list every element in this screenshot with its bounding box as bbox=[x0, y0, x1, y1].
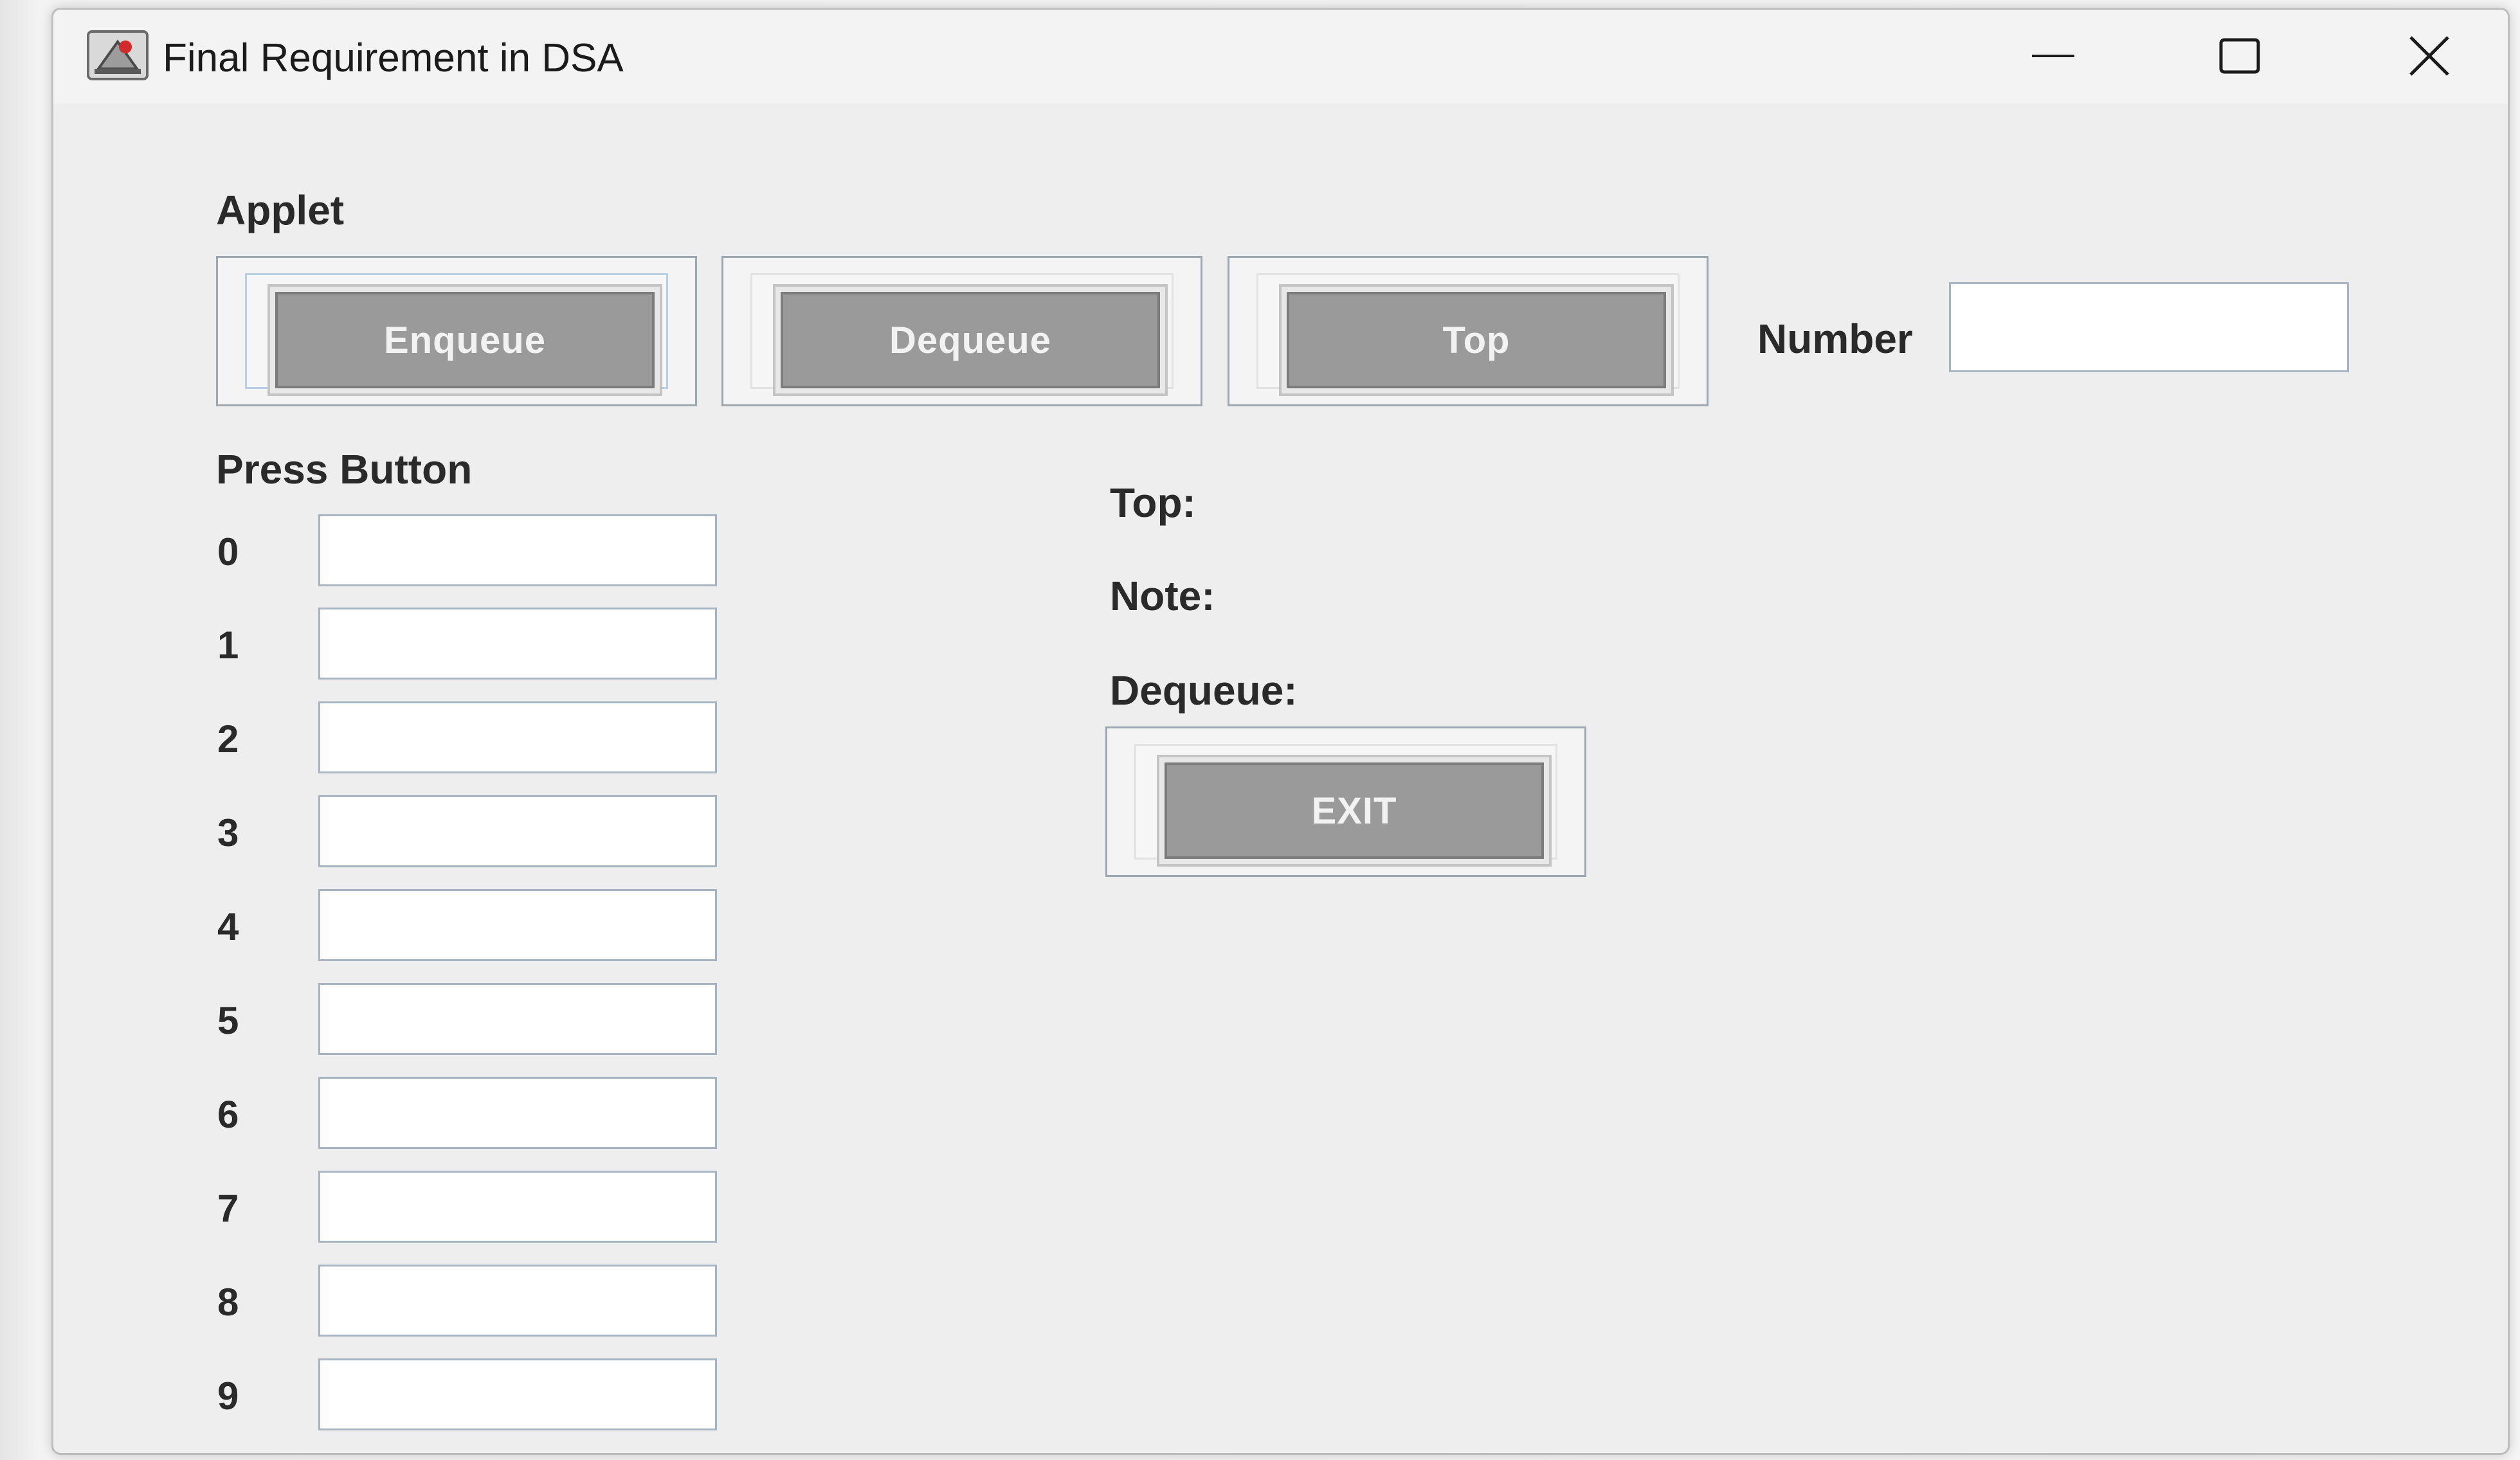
close-button[interactable] bbox=[2346, 17, 2508, 95]
minimize-icon bbox=[2032, 55, 2074, 57]
dequeue-button-border: Dequeue bbox=[750, 273, 1174, 389]
dequeue-button[interactable]: Dequeue bbox=[781, 292, 1160, 388]
queue-slot-row: 9 bbox=[53, 1358, 761, 1436]
java-applet-icon bbox=[86, 29, 150, 82]
applet-label: Applet bbox=[216, 187, 345, 233]
queue-slot-index: 7 bbox=[217, 1187, 239, 1230]
top-button-panel: Top bbox=[1228, 256, 1709, 406]
queue-slot-field[interactable] bbox=[318, 1171, 717, 1243]
top-status-label: Top: bbox=[1110, 480, 1196, 526]
queue-slot-field[interactable] bbox=[318, 701, 717, 773]
queue-slot-index: 4 bbox=[217, 905, 239, 948]
number-label: Number bbox=[1757, 316, 1913, 362]
queue-slot-field[interactable] bbox=[318, 1358, 717, 1430]
top-button[interactable]: Top bbox=[1287, 292, 1666, 388]
queue-slot-index: 8 bbox=[217, 1281, 239, 1324]
queue-slot-field[interactable] bbox=[318, 514, 717, 586]
queue-slot-field[interactable] bbox=[318, 795, 717, 867]
queue-slot-field[interactable] bbox=[318, 1265, 717, 1337]
close-icon bbox=[2409, 36, 2449, 76]
exit-button-border: EXIT bbox=[1134, 744, 1557, 860]
enqueue-button-focus-ring: Enqueue bbox=[245, 273, 668, 389]
queue-slot-index: 5 bbox=[217, 999, 239, 1042]
queue-slot-index: 9 bbox=[217, 1374, 239, 1418]
desktop-background: Final Requirement in DSA Applet Enqueue … bbox=[0, 0, 2520, 1460]
queue-slot-row: 3 bbox=[53, 795, 761, 872]
dequeue-button-panel: Dequeue bbox=[721, 256, 1202, 406]
queue-slot-index: 6 bbox=[217, 1093, 239, 1136]
title-bar[interactable]: Final Requirement in DSA bbox=[53, 10, 2508, 104]
queue-slot-field[interactable] bbox=[318, 889, 717, 961]
maximize-button[interactable] bbox=[2156, 17, 2323, 95]
queue-slot-row: 8 bbox=[53, 1265, 761, 1342]
queue-slot-row: 5 bbox=[53, 983, 761, 1060]
queue-slot-index: 2 bbox=[217, 717, 239, 761]
queue-slot-index: 0 bbox=[217, 530, 239, 573]
queue-slot-row: 1 bbox=[53, 608, 761, 685]
window-title: Final Requirement in DSA bbox=[163, 36, 624, 80]
queue-slot-row: 0 bbox=[53, 514, 761, 591]
queue-slot-field[interactable] bbox=[318, 1077, 717, 1149]
exit-button-panel: EXIT bbox=[1105, 726, 1586, 877]
maximize-icon bbox=[2219, 38, 2260, 74]
queue-slot-field[interactable] bbox=[318, 983, 717, 1055]
queue-slot-row: 4 bbox=[53, 889, 761, 966]
queue-slot-row: 7 bbox=[53, 1171, 761, 1248]
dequeue-status-label: Dequeue: bbox=[1110, 667, 1298, 714]
app-window: Final Requirement in DSA Applet Enqueue … bbox=[51, 8, 2510, 1455]
queue-slot-index: 1 bbox=[217, 624, 239, 667]
queue-slot-index: 3 bbox=[217, 811, 239, 854]
queue-slot-row: 2 bbox=[53, 701, 761, 779]
enqueue-button[interactable]: Enqueue bbox=[275, 292, 655, 388]
exit-button[interactable]: EXIT bbox=[1165, 762, 1544, 859]
press-button-label: Press Button bbox=[216, 446, 473, 492]
queue-slot-field[interactable] bbox=[318, 608, 717, 680]
note-status-label: Note: bbox=[1110, 573, 1215, 619]
number-input[interactable] bbox=[1949, 282, 2349, 372]
minimize-button[interactable] bbox=[1970, 17, 2137, 95]
top-button-border: Top bbox=[1256, 273, 1680, 389]
queue-slot-row: 6 bbox=[53, 1077, 761, 1154]
enqueue-button-panel: Enqueue bbox=[216, 256, 697, 406]
